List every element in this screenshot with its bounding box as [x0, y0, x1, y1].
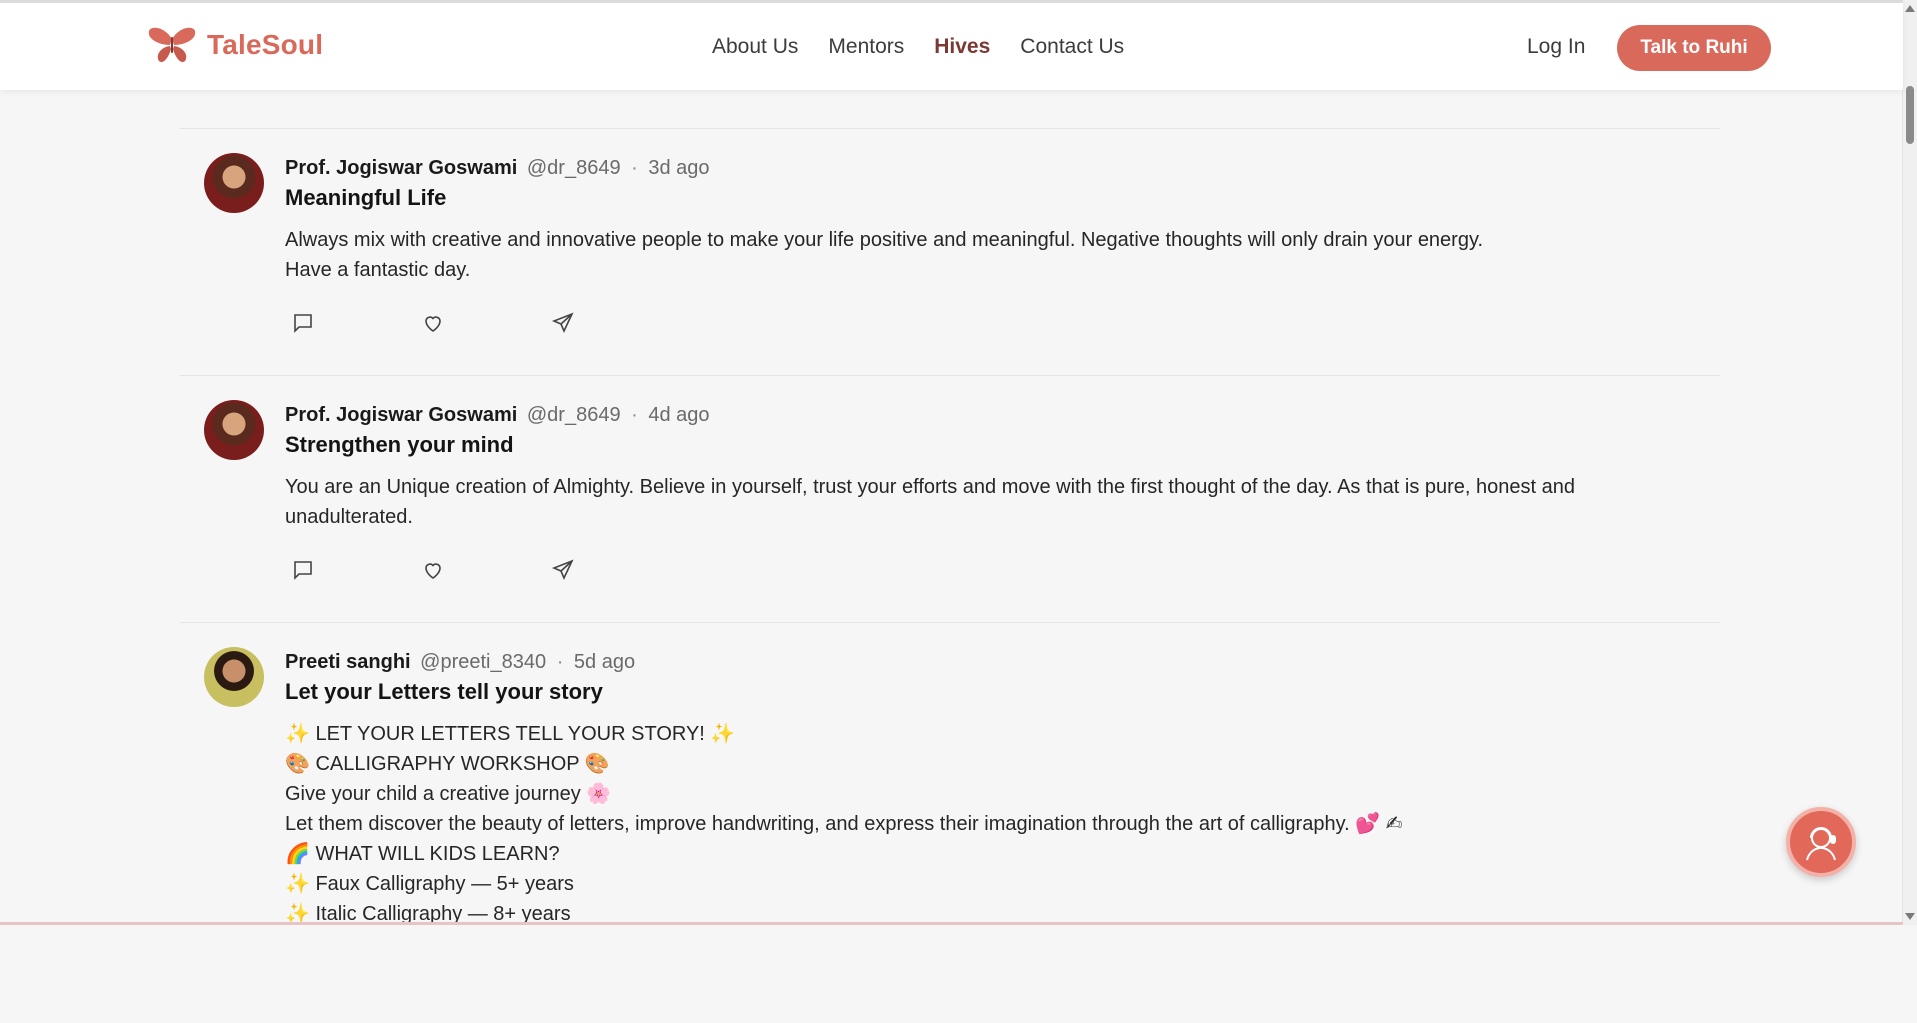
scroll-up-arrow-icon[interactable] — [1905, 5, 1915, 12]
post-meta: Prof. Jogiswar Goswami @dr_8649 · 4d ago — [285, 404, 1700, 427]
post-body: Preeti sanghi @preeti_8340 · 5d ago Let … — [285, 651, 1700, 929]
feed-post: Preeti sanghi @preeti_8340 · 5d ago Let … — [180, 622, 1720, 1023]
post-line: 🌈 WHAT WILL KIDS LEARN? — [285, 843, 560, 865]
post-title[interactable]: Meaningful Life — [285, 185, 1700, 211]
post-title[interactable]: Let your Letters tell your story — [285, 679, 1700, 705]
nav-contact-us[interactable]: Contact Us — [1020, 35, 1124, 59]
post-handle: @dr_8649 — [526, 404, 621, 426]
nav-mentors[interactable]: Mentors — [828, 35, 904, 59]
like-button[interactable] — [415, 309, 545, 337]
feed-post: Prof. Jogiswar Goswami @dr_8649 · 4d ago… — [180, 375, 1720, 622]
main-nav: About Us Mentors Hives Contact Us — [712, 35, 1124, 59]
post-author[interactable]: Preeti sanghi — [285, 651, 411, 673]
butterfly-logo-icon — [148, 27, 196, 63]
share-button[interactable] — [545, 556, 675, 584]
hives-feed: Prof. Jogiswar Goswami @dr_8649 · 3d ago… — [180, 128, 1720, 1023]
scroll-thumb[interactable] — [1906, 86, 1914, 144]
nav-hives[interactable]: Hives — [934, 35, 990, 59]
post-handle: @dr_8649 — [526, 157, 621, 179]
meta-separator: · — [631, 157, 638, 179]
comment-icon — [294, 561, 312, 580]
heart-icon — [425, 316, 441, 332]
post-time: 5d ago — [573, 651, 636, 673]
post-line: Have a fantastic day. — [285, 259, 471, 281]
avatar[interactable] — [204, 400, 264, 460]
share-button[interactable] — [545, 309, 675, 337]
feed-post: Prof. Jogiswar Goswami @dr_8649 · 3d ago… — [180, 128, 1720, 375]
post-meta: Preeti sanghi @preeti_8340 · 5d ago — [285, 651, 1700, 674]
post-handle: @preeti_8340 — [420, 651, 547, 673]
post-body: Prof. Jogiswar Goswami @dr_8649 · 4d ago… — [285, 404, 1700, 584]
post-content: You are an Unique creation of Almighty. … — [285, 472, 1700, 532]
post-line: Let them discover the beauty of letters,… — [285, 813, 1403, 835]
post-title[interactable]: Strengthen your mind — [285, 432, 1700, 458]
post-content: Always mix with creative and innovative … — [285, 225, 1700, 285]
post-actions — [285, 309, 1700, 337]
send-icon — [551, 312, 574, 333]
chat-assistant-button[interactable] — [1786, 807, 1856, 877]
post-content: ✨ LET YOUR LETTERS TELL YOUR STORY! ✨ 🎨 … — [285, 719, 1700, 929]
post-line: Give your child a creative journey 🌸 — [285, 783, 612, 805]
avatar[interactable] — [204, 153, 264, 213]
heart-icon — [425, 563, 441, 579]
login-link[interactable]: Log In — [1527, 35, 1585, 59]
meta-separator: · — [556, 651, 564, 673]
brand-name: TaleSoul — [207, 29, 324, 60]
post-meta: Prof. Jogiswar Goswami @dr_8649 · 3d ago — [285, 157, 1700, 180]
post-line: ✨ LET YOUR LETTERS TELL YOUR STORY! ✨ — [285, 723, 736, 745]
post-line: 🎨 CALLIGRAPHY WORKSHOP 🎨 — [285, 753, 610, 775]
post-line: ✨ Faux Calligraphy — 5+ years — [285, 873, 574, 895]
post-time: 4d ago — [648, 404, 710, 426]
like-button[interactable] — [415, 556, 545, 584]
scroll-down-arrow-icon[interactable] — [1905, 913, 1915, 920]
post-author[interactable]: Prof. Jogiswar Goswami — [285, 404, 517, 426]
comment-icon — [294, 314, 312, 333]
post-line: You are an Unique creation of Almighty. … — [285, 476, 1575, 528]
post-time: 3d ago — [648, 157, 710, 179]
avatar[interactable] — [204, 647, 264, 707]
meta-separator: · — [631, 404, 638, 426]
nav-about-us[interactable]: About Us — [712, 35, 798, 59]
post-author[interactable]: Prof. Jogiswar Goswami — [285, 157, 517, 179]
comment-button[interactable] — [285, 309, 415, 337]
site-header: TaleSoul About Us Mentors Hives Contact … — [0, 0, 1903, 90]
send-icon — [551, 559, 574, 580]
post-line: Always mix with creative and innovative … — [285, 229, 1484, 251]
post-body: Prof. Jogiswar Goswami @dr_8649 · 3d ago… — [285, 157, 1700, 337]
brand-logo[interactable]: TaleSoul — [147, 25, 323, 65]
comment-button[interactable] — [285, 556, 415, 584]
talk-to-ruhi-button[interactable]: Talk to Ruhi — [1617, 25, 1771, 71]
post-actions — [285, 556, 1700, 584]
chat-assistant-icon — [1806, 827, 1836, 861]
page-scrollbar[interactable] — [1902, 0, 1917, 925]
